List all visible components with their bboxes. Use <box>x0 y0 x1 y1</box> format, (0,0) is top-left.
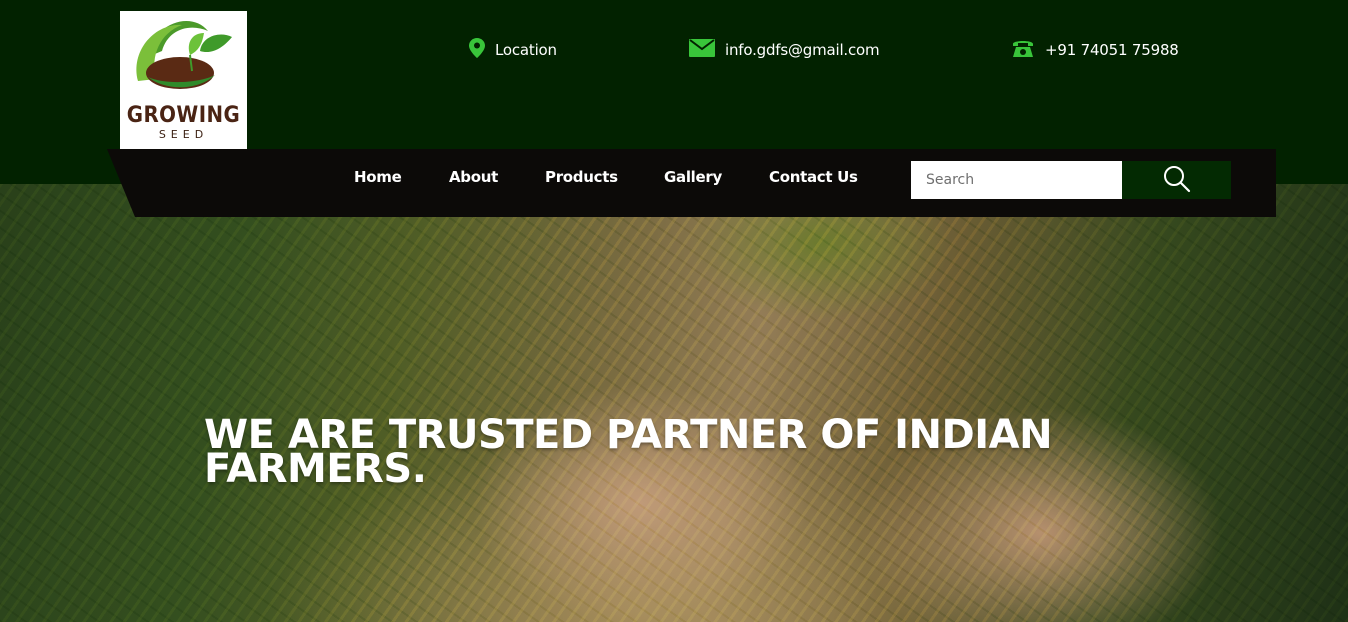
map-pin-icon <box>469 38 485 62</box>
nav-item-gallery[interactable]: Gallery <box>664 168 722 186</box>
nav-item-home[interactable]: Home <box>354 168 402 186</box>
seed-logo-icon <box>136 21 232 89</box>
search-input[interactable] <box>911 161 1122 199</box>
site-logo[interactable]: GROWING SEED <box>120 11 247 149</box>
nav-item-contact-us[interactable]: Contact Us <box>769 168 858 186</box>
nav-item-products[interactable]: Products <box>545 168 618 186</box>
contact-phone-text: +91 74051 75988 <box>1045 41 1179 59</box>
contact-email-text: info.gdfs@gmail.com <box>725 41 880 59</box>
logo-wordmark-main: GROWING <box>126 103 241 128</box>
hero-heading: WE ARE TRUSTED PARTNER OF INDIAN FARMERS… <box>204 412 1053 492</box>
hero-image-overlay <box>0 183 1348 622</box>
search-button[interactable] <box>1122 161 1231 199</box>
contact-location[interactable]: Location <box>469 38 557 62</box>
contact-location-text: Location <box>495 41 557 59</box>
telephone-icon <box>1011 38 1035 62</box>
envelope-icon <box>689 39 715 61</box>
logo-wordmark-sub: SEED <box>158 128 209 141</box>
hero-banner <box>0 183 1348 622</box>
nav-item-about[interactable]: About <box>449 168 498 186</box>
contact-email[interactable]: info.gdfs@gmail.com <box>689 39 880 61</box>
contact-phone[interactable]: +91 74051 75988 <box>1011 40 1179 60</box>
main-navigation: Home About Products Gallery Contact Us <box>107 149 1276 217</box>
search-icon <box>1162 164 1192 197</box>
